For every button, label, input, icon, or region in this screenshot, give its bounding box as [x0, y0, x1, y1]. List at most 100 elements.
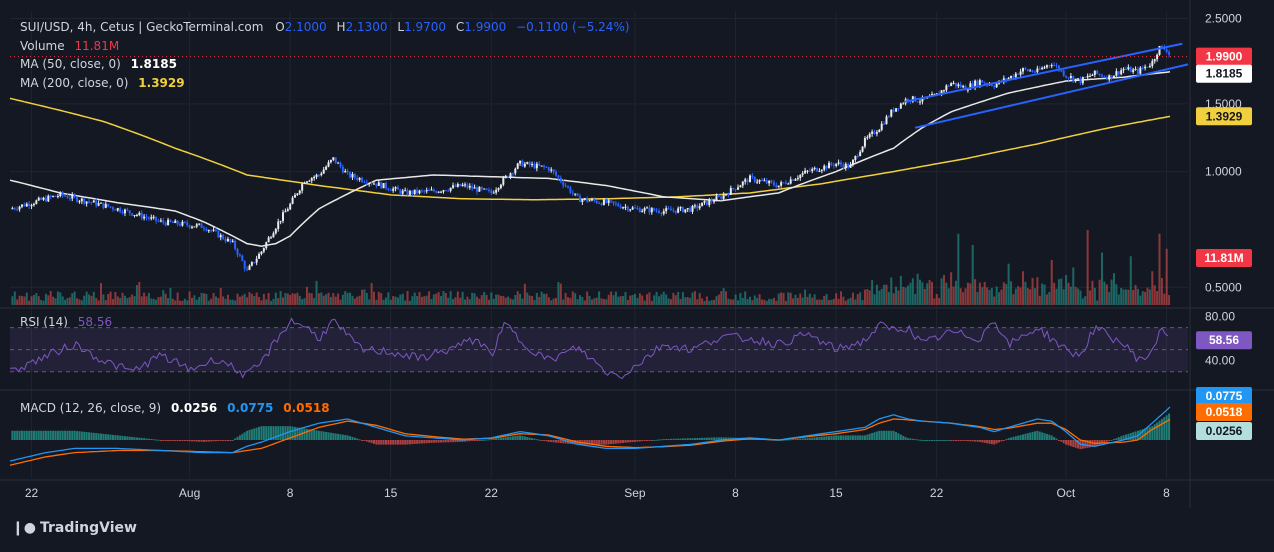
candle-body [234, 240, 237, 249]
candle-body [370, 183, 373, 185]
macd-hist-bar [617, 440, 620, 444]
macd-hist-bar [916, 439, 919, 441]
volume-bar [83, 295, 86, 305]
macd-hist-bar [485, 439, 488, 441]
macd-hist-bar [638, 440, 641, 442]
volume-bar [552, 298, 555, 305]
volume-bar [825, 294, 828, 305]
ma200-price-tag: 1.3929 [1196, 107, 1252, 126]
volume-bar [885, 284, 888, 305]
macd-hist-bar [282, 426, 285, 440]
macd-hist-bar [976, 440, 979, 442]
volume-bar [693, 291, 696, 305]
candle-body [222, 234, 225, 240]
volume-bar [358, 295, 361, 305]
macd-hist-bar [20, 430, 23, 440]
macd-hist-bar [950, 440, 953, 441]
macd-hist-bar [1036, 430, 1039, 440]
candle-body [349, 172, 352, 178]
volume-bar [607, 294, 610, 305]
volume-bar [526, 292, 529, 305]
volume-bar [1144, 291, 1147, 305]
candle-body [76, 196, 79, 202]
candle-body [1017, 73, 1020, 75]
volume-bar [871, 280, 874, 305]
candle-body [238, 254, 241, 256]
volume-bar [1096, 300, 1099, 305]
volume-tag-text: 11.81M [1204, 251, 1243, 265]
date-tick-label: Oct [1057, 486, 1076, 500]
candle-body [1074, 78, 1077, 82]
candle-body [737, 187, 740, 190]
volume-bar [643, 300, 646, 305]
macd-hist-bar [243, 432, 246, 440]
candle-body [780, 182, 783, 186]
candle-body [765, 180, 768, 184]
macd-hist-bar [667, 438, 670, 440]
volume-bar [66, 298, 69, 305]
macd-hist-bar [49, 430, 52, 440]
volume-bar [586, 291, 589, 305]
volume-bar [310, 293, 313, 305]
macd-hist-bar [432, 440, 435, 443]
candle-body [619, 206, 622, 209]
volume-bar [61, 296, 64, 305]
volume-bar [207, 300, 210, 305]
volume-bar [598, 291, 601, 305]
candle-body [274, 228, 277, 234]
macd-hist-bar [260, 426, 263, 440]
macd-hist-bar [636, 440, 639, 442]
macd-hist-bar [559, 440, 562, 444]
macd-hist-bar [930, 440, 933, 441]
candle-body [435, 191, 438, 193]
candle-body [123, 209, 126, 214]
volume-bar [684, 297, 687, 305]
volume-bar [1153, 285, 1156, 305]
candle-body [270, 237, 273, 239]
macd-hist-bar [883, 430, 886, 440]
tradingview-logo[interactable]: ❙● TradingView [12, 520, 137, 536]
candle-body [392, 188, 395, 191]
volume-bar [205, 293, 208, 305]
candle-body [646, 207, 649, 209]
macd-hist-bar [353, 437, 356, 440]
volume-bar [401, 293, 404, 305]
volume-bar [159, 296, 162, 305]
volume-bar [28, 300, 31, 305]
macd-hist-bar [904, 437, 907, 440]
volume-bar [938, 298, 941, 305]
macd-hist-bar [966, 440, 969, 442]
macd-hist-bar [212, 440, 215, 442]
macd-hist-bar [246, 430, 249, 440]
macd-hist-bar [315, 430, 318, 440]
macd-hist-bar [454, 440, 457, 443]
volume-bar [957, 233, 960, 305]
macd-hist-bar [964, 440, 967, 441]
last-price-tag-text: 1.9900 [1206, 50, 1243, 64]
volume-bar [459, 297, 462, 305]
candle-body [265, 242, 268, 249]
chart-canvas[interactable]: 2.5000 1.5000 1.0000 0.5000 80.00 40.00 22 Aug 8… [0, 0, 1274, 548]
macd-hist-bar [519, 435, 522, 440]
macd-hist-bar [202, 440, 205, 442]
candle-body [380, 182, 383, 189]
volume-bar [234, 300, 237, 305]
macd-hist-bar [926, 440, 929, 441]
candle-body [279, 220, 282, 222]
candle-body [1033, 71, 1036, 73]
macd-hist-bar [1002, 440, 1005, 441]
chart-svg[interactable]: 2.50001.50001.00000.500080.0040.0022 Aug 8… [0, 0, 1274, 548]
candle-body [789, 179, 792, 184]
candle-body [73, 194, 76, 197]
volume-bar [940, 278, 943, 305]
volume-bar [1120, 287, 1123, 305]
candle-body [272, 233, 275, 238]
candle-body [622, 207, 625, 209]
macd-hist-bar [600, 440, 603, 445]
macd-hist-bar [399, 440, 402, 445]
ohlc-close-value: 1.9900 [464, 20, 507, 34]
volume-bar [1165, 248, 1168, 305]
volume-bar [954, 280, 957, 305]
macd-hist-bar [861, 435, 864, 440]
macd-hist-bar [222, 440, 225, 441]
